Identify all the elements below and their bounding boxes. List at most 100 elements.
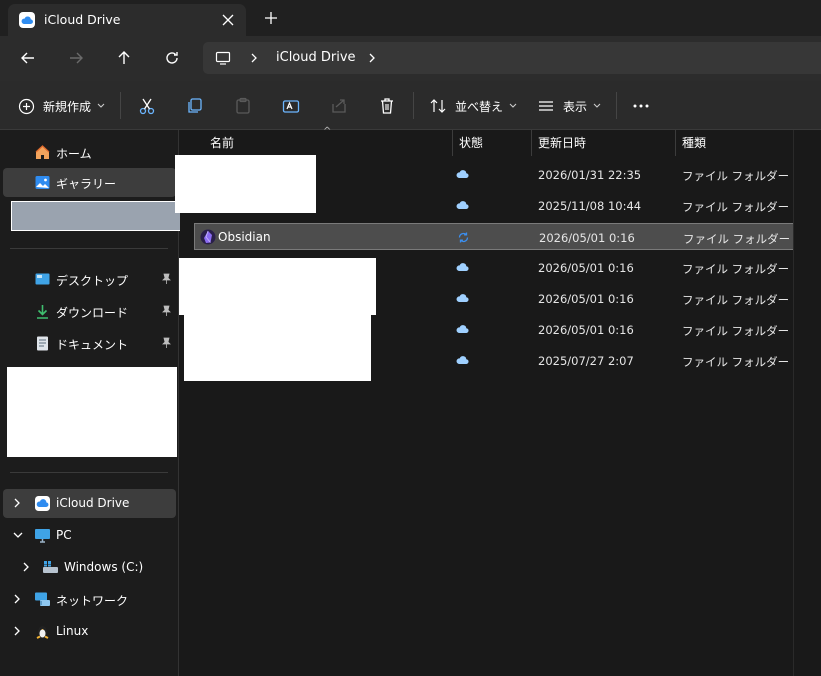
file-list: ^ 名前 状態 更新日時 種類 2026/01/31 22:35 ファイル フォ… [175,126,821,676]
more-icon [633,104,649,108]
pin-icon[interactable] [161,337,172,352]
new-button-label: 新規作成 [43,99,92,114]
chevron-down-icon [509,103,517,108]
nav-item-home[interactable]: ホーム [3,138,176,167]
view-button-label: 表示 [563,99,588,114]
nav-item-desktop[interactable]: デスクトップ [3,265,176,294]
arrow-left-icon [21,52,34,64]
nav-item-network[interactable]: ネットワーク [3,585,176,614]
more-button[interactable] [632,95,650,117]
nav-item-documents[interactable]: ドキュメント [3,329,176,358]
file-type: ファイル フォルダー [682,324,790,338]
refresh-button[interactable] [162,48,182,68]
chevron-right-icon[interactable] [248,51,260,68]
nav-item-linux[interactable]: Linux [3,617,176,646]
nav-label-desktop: デスクトップ [56,274,129,288]
chevron-right-icon[interactable] [12,497,22,512]
nav-label-windows-c: Windows (C:) [64,560,144,574]
cloud-icon [456,323,469,337]
rename-icon [282,100,300,113]
column-header-type[interactable]: 種類 [682,134,706,151]
nav-label-icloud-drive: iCloud Drive [56,496,130,510]
column-header-modified[interactable]: 更新日時 [538,134,586,151]
cloud-icon [456,292,469,306]
chevron-right-icon[interactable] [21,561,31,576]
forward-button[interactable] [66,48,86,68]
share-button[interactable] [329,95,349,117]
arrow-up-icon [118,51,130,64]
file-type: ファイル フォルダー [682,293,790,307]
table-row-obsidian[interactable]: Obsidian 2026/05/01 0:16 ファイル フォルダー [194,223,794,250]
toolbar-divider [616,92,617,119]
pin-icon[interactable] [161,273,172,288]
nav-item-icloud-drive[interactable]: iCloud Drive [3,489,176,518]
column-header-status[interactable]: 状態 [459,134,483,151]
nav-item-windows-c[interactable]: Windows (C:) [3,553,176,582]
column-divider[interactable] [452,130,453,156]
gallery-icon [34,174,51,191]
document-icon [34,335,51,352]
file-type: ファイル フォルダー [683,232,791,246]
nav-label-downloads: ダウンロード [56,306,129,320]
cut-icon [139,98,155,115]
tab-icloud-drive[interactable]: iCloud Drive [8,4,246,36]
nav-label-home: ホーム [56,147,92,161]
nav-item-gallery[interactable]: ギャラリー [3,168,176,197]
nav-label-network: ネットワーク [56,594,129,608]
back-button[interactable] [18,48,38,68]
sync-icon [457,231,470,247]
modified-date: 2026/05/01 0:16 [538,292,634,306]
vertical-scrollbar-track[interactable] [793,130,794,676]
delete-button[interactable] [377,95,397,117]
nav-label-gallery: ギャラリー [56,177,117,191]
column-header-name[interactable]: 名前 [210,134,234,151]
sort-button[interactable]: 並べ替え [429,95,517,117]
cloud-icon [456,199,469,213]
nav-label-documents: ドキュメント [56,338,129,352]
copy-button[interactable] [185,95,205,117]
redacted-nav-items [7,367,177,457]
pin-icon[interactable] [161,305,172,320]
breadcrumb-icloud-drive[interactable]: iCloud Drive [276,50,356,65]
modified-date: 2025/07/27 2:07 [538,354,634,368]
nav-divider [10,472,168,473]
chevron-right-icon[interactable] [12,625,22,640]
close-icon[interactable] [218,10,238,30]
up-button[interactable] [114,48,134,68]
toolbar-divider [120,92,121,119]
chevron-down-icon [97,103,105,108]
new-tab-button[interactable] [261,8,281,28]
delete-icon [381,98,393,114]
rename-button[interactable] [281,95,301,117]
cloud-icon [456,168,469,182]
sort-icon [430,99,446,113]
chevron-right-icon[interactable] [12,593,22,608]
chevron-down-icon [593,103,601,108]
redacted-file-names [179,258,376,315]
column-divider[interactable] [675,130,676,156]
modified-date: 2026/01/31 22:35 [538,168,642,182]
linux-penguin-icon [34,623,51,640]
modified-date: 2025/11/08 10:44 [538,199,642,213]
nav-item-downloads[interactable]: ダウンロード [3,297,176,326]
paste-button[interactable] [233,95,253,117]
tab-title: iCloud Drive [44,12,121,27]
nav-label-pc: PC [56,528,72,542]
file-type: ファイル フォルダー [682,355,790,369]
toolbar-divider [413,92,414,119]
column-divider[interactable] [531,130,532,156]
cut-button[interactable] [137,95,157,117]
icloud-icon [19,12,35,28]
chevron-right-icon[interactable] [366,51,378,68]
new-button[interactable]: 新規作成 [18,95,105,117]
cloud-icon [456,261,469,275]
view-list-icon [539,101,553,111]
sort-button-label: 並べ替え [455,99,504,114]
view-button[interactable]: 表示 [537,95,601,117]
chevron-down-icon[interactable] [12,529,24,543]
redacted-file-names [184,315,371,381]
nav-item-pc[interactable]: PC [3,521,176,550]
download-icon [34,303,51,320]
file-type: ファイル フォルダー [682,200,790,214]
address-bar[interactable]: iCloud Drive [203,42,821,74]
